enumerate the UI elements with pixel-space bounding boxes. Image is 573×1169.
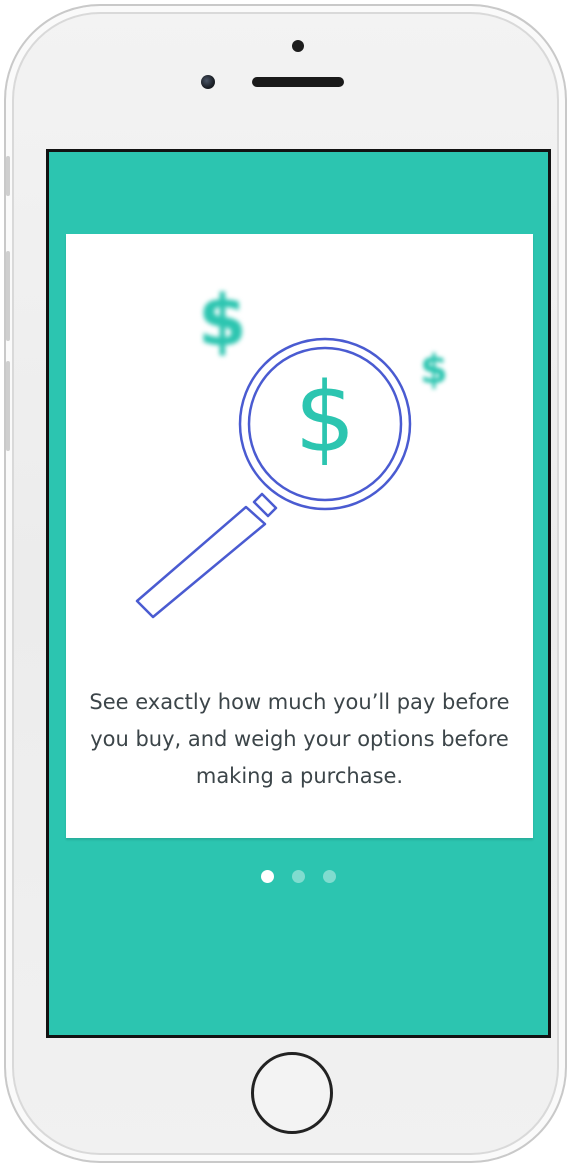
app-screen: $ $ $ See exactly how much you’ll pay be… — [46, 149, 551, 1038]
magnifying-glass-dollar-icon: $ $ $ — [66, 234, 533, 654]
page-dot-1[interactable] — [261, 870, 274, 883]
front-camera — [201, 75, 215, 89]
proximity-sensor — [292, 40, 304, 52]
lens-dollar-icon: $ — [294, 362, 355, 474]
mute-switch — [6, 156, 10, 196]
page-dot-3[interactable] — [323, 870, 336, 883]
magnifier-handle — [135, 492, 278, 619]
page-indicator — [49, 870, 548, 883]
magnifier-svg: $ — [135, 337, 412, 619]
volume-up-button — [6, 251, 10, 341]
volume-down-button — [6, 361, 10, 451]
onboarding-card[interactable]: $ $ $ See exactly how much you’ll pay be… — [66, 234, 533, 838]
page-dot-2[interactable] — [292, 870, 305, 883]
onboarding-message: See exactly how much you’ll pay before y… — [89, 690, 510, 788]
phone-frame: $ $ $ See exactly how much you’ll pay be… — [4, 4, 567, 1163]
earpiece-speaker — [252, 77, 344, 87]
home-button[interactable] — [251, 1052, 333, 1134]
